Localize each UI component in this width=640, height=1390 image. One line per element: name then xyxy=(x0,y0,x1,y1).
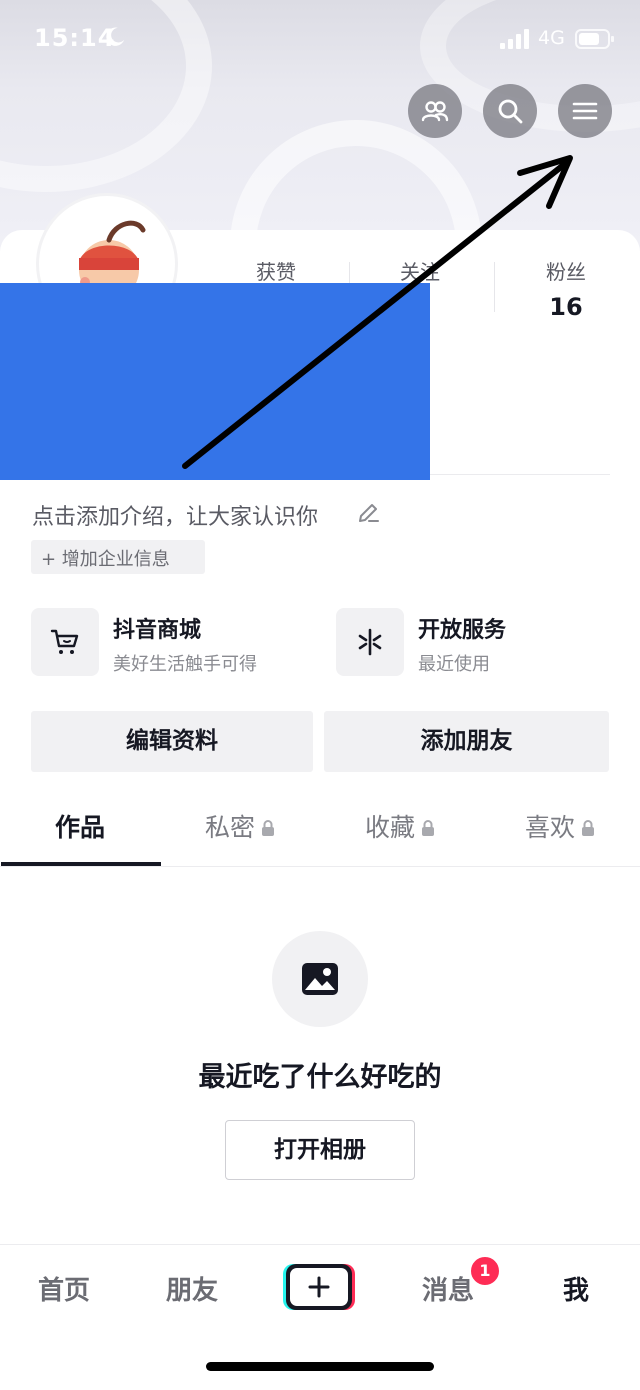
tab-works[interactable]: 作品 xyxy=(0,808,160,866)
nav-friends[interactable]: 朋友 xyxy=(142,1270,242,1307)
stat-value: 16 xyxy=(549,293,583,321)
nav-home[interactable]: 首页 xyxy=(14,1270,114,1307)
tab-label: 喜欢 xyxy=(524,813,575,842)
add-business-info-button[interactable]: + 增加企业信息 xyxy=(31,540,205,574)
empty-state-text: 最近吃了什么好吃的 xyxy=(198,1062,442,1093)
tab-label: 私密 xyxy=(204,813,255,842)
feature-title: 抖音商城 xyxy=(113,618,202,643)
menu-icon xyxy=(572,102,598,120)
pencil-icon[interactable] xyxy=(356,501,380,525)
network-label: 4G xyxy=(538,27,565,49)
stat-label: 粉丝 xyxy=(546,260,586,284)
tab-private[interactable]: 私密 xyxy=(160,808,320,866)
battery-icon xyxy=(575,29,614,49)
stat-fans[interactable]: 粉丝 16 xyxy=(496,256,636,321)
feature-title: 开放服务 xyxy=(418,618,507,643)
image-icon xyxy=(302,963,338,995)
feature-icon-box xyxy=(336,608,404,676)
stat-divider xyxy=(494,262,495,312)
tab-favorites[interactable]: 收藏 xyxy=(320,808,480,866)
signal-icon xyxy=(500,29,529,49)
divider xyxy=(430,474,610,475)
tab-likes[interactable]: 喜欢 xyxy=(480,808,640,866)
search-icon xyxy=(498,99,523,124)
status-bar: 15:14 4G xyxy=(0,0,640,80)
search-button[interactable] xyxy=(483,84,537,138)
create-post-button[interactable] xyxy=(286,1264,352,1310)
home-indicator xyxy=(206,1362,434,1371)
open-album-button[interactable]: 打开相册 xyxy=(225,1120,415,1180)
sparkle-icon xyxy=(358,628,382,656)
feature-subtitle: 最近使用 xyxy=(418,654,490,675)
divider xyxy=(0,866,640,867)
add-business-info-label: + 增加企业信息 xyxy=(41,549,170,570)
lock-icon xyxy=(422,820,434,836)
add-friend-button[interactable]: 添加朋友 xyxy=(324,711,609,772)
nav-me[interactable]: 我 xyxy=(526,1270,626,1307)
shopping-cart-icon xyxy=(50,629,79,654)
stat-label: 获赞 xyxy=(256,260,296,284)
menu-button[interactable] xyxy=(558,84,612,138)
lock-icon xyxy=(582,820,594,836)
stat-label: 关注 xyxy=(400,260,440,284)
feature-icon-box xyxy=(31,608,99,676)
create-post-inner xyxy=(290,1268,348,1306)
empty-state-icon-box xyxy=(272,931,368,1027)
redaction-block xyxy=(0,283,430,480)
bio-placeholder[interactable]: 点击添加介绍，让大家认识你 xyxy=(32,499,318,531)
tab-label: 作品 xyxy=(54,813,105,842)
moon-icon xyxy=(106,27,125,46)
lock-icon xyxy=(262,820,274,836)
tab-label: 收藏 xyxy=(364,813,415,842)
edit-profile-button[interactable]: 编辑资料 xyxy=(31,711,313,772)
friends-icon xyxy=(421,101,449,122)
messages-badge: 1 xyxy=(469,1255,501,1287)
feature-subtitle: 美好生活触手可得 xyxy=(113,654,257,675)
plus-icon xyxy=(308,1276,330,1298)
friends-button[interactable] xyxy=(408,84,462,138)
